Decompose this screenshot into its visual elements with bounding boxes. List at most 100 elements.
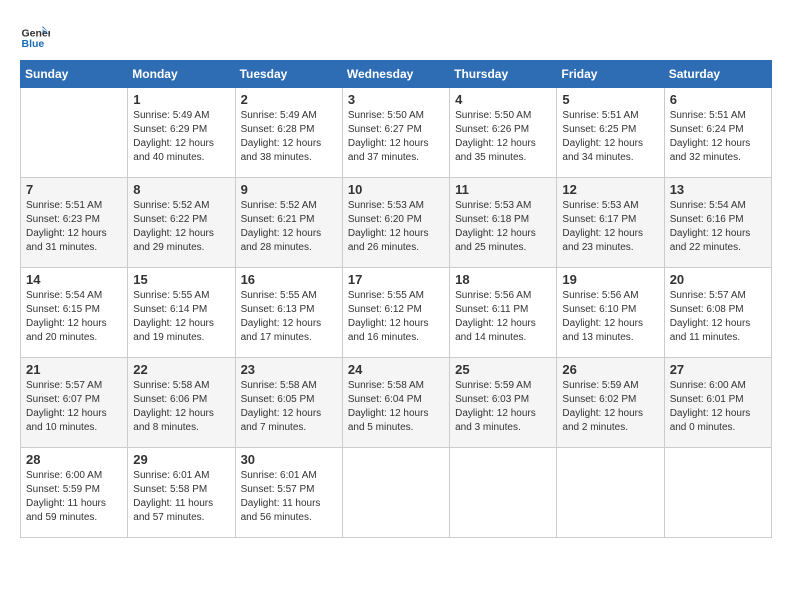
day-info: Sunrise: 5:49 AMSunset: 6:28 PMDaylight:… [241,109,337,165]
day-cell [342,448,449,538]
week-row-1: 1 Sunrise: 5:49 AMSunset: 6:29 PMDaylight… [21,88,772,178]
logo: General Blue [20,20,54,50]
day-cell: 16 Sunrise: 5:55 AMSunset: 6:13 PMDayligh… [235,268,342,358]
day-info: Sunrise: 5:56 AMSunset: 6:11 PMDaylight:… [455,289,551,345]
day-cell: 25 Sunrise: 5:59 AMSunset: 6:03 PMDayligh… [450,358,557,448]
day-info: Sunrise: 5:57 AMSunset: 6:07 PMDaylight:… [26,379,122,435]
day-cell [664,448,771,538]
day-info: Sunrise: 5:50 AMSunset: 6:27 PMDaylight:… [348,109,444,165]
day-cell [21,88,128,178]
day-number: 14 [26,272,122,287]
day-number: 23 [241,362,337,377]
day-cell: 1 Sunrise: 5:49 AMSunset: 6:29 PMDaylight… [128,88,235,178]
col-header-sunday: Sunday [21,61,128,88]
day-info: Sunrise: 5:56 AMSunset: 6:10 PMDaylight:… [562,289,658,345]
day-info: Sunrise: 5:52 AMSunset: 6:22 PMDaylight:… [133,199,229,255]
day-cell: 27 Sunrise: 6:00 AMSunset: 6:01 PMDayligh… [664,358,771,448]
day-cell: 30 Sunrise: 6:01 AMSunset: 5:57 PMDayligh… [235,448,342,538]
day-number: 30 [241,452,337,467]
page-header: General Blue [20,20,772,50]
day-number: 5 [562,92,658,107]
day-cell: 3Sunrise: 5:50 AMSunset: 6:27 PMDaylight… [342,88,449,178]
day-cell: 19 Sunrise: 5:56 AMSunset: 6:10 PMDayligh… [557,268,664,358]
day-number: 29 [133,452,229,467]
col-header-monday: Monday [128,61,235,88]
week-row-3: 14 Sunrise: 5:54 AMSunset: 6:15 PMDayligh… [21,268,772,358]
day-number: 16 [241,272,337,287]
day-number: 1 [133,92,229,107]
day-info: Sunrise: 5:58 AMSunset: 6:05 PMDaylight:… [241,379,337,435]
day-number: 7 [26,182,122,197]
day-info: Sunrise: 5:58 AMSunset: 6:06 PMDaylight:… [133,379,229,435]
logo-icon: General Blue [20,20,50,50]
day-info: Sunrise: 5:53 AMSunset: 6:20 PMDaylight:… [348,199,444,255]
day-cell: 10 Sunrise: 5:53 AMSunset: 6:20 PMDayligh… [342,178,449,268]
day-cell: 24Sunrise: 5:58 AMSunset: 6:04 PMDayligh… [342,358,449,448]
day-number: 28 [26,452,122,467]
day-info: Sunrise: 5:59 AMSunset: 6:02 PMDaylight:… [562,379,658,435]
day-info: Sunrise: 5:59 AMSunset: 6:03 PMDaylight:… [455,379,551,435]
day-info: Sunrise: 5:57 AMSunset: 6:08 PMDaylight:… [670,289,766,345]
day-cell: 20Sunrise: 5:57 AMSunset: 6:08 PMDayligh… [664,268,771,358]
day-cell [557,448,664,538]
day-info: Sunrise: 5:49 AMSunset: 6:29 PMDaylight:… [133,109,229,165]
day-cell: 23 Sunrise: 5:58 AMSunset: 6:05 PMDayligh… [235,358,342,448]
day-info: Sunrise: 6:01 AMSunset: 5:57 PMDaylight:… [241,469,337,525]
svg-text:Blue: Blue [22,38,45,50]
col-header-tuesday: Tuesday [235,61,342,88]
day-number: 18 [455,272,551,287]
day-number: 12 [562,182,658,197]
week-row-4: 21 Sunrise: 5:57 AMSunset: 6:07 PMDayligh… [21,358,772,448]
day-number: 24 [348,362,444,377]
day-cell: 13 Sunrise: 5:54 AMSunset: 6:16 PMDayligh… [664,178,771,268]
day-cell: 22 Sunrise: 5:58 AMSunset: 6:06 PMDayligh… [128,358,235,448]
day-number: 8 [133,182,229,197]
day-number: 2 [241,92,337,107]
day-info: Sunrise: 6:00 AMSunset: 6:01 PMDaylight:… [670,379,766,435]
col-header-thursday: Thursday [450,61,557,88]
day-number: 10 [348,182,444,197]
day-info: Sunrise: 5:53 AMSunset: 6:17 PMDaylight:… [562,199,658,255]
day-cell: 9Sunrise: 5:52 AMSunset: 6:21 PMDaylight… [235,178,342,268]
header-row: SundayMondayTuesdayWednesdayThursdayFrid… [21,61,772,88]
col-header-friday: Friday [557,61,664,88]
day-number: 22 [133,362,229,377]
day-info: Sunrise: 5:51 AMSunset: 6:23 PMDaylight:… [26,199,122,255]
day-cell: 18 Sunrise: 5:56 AMSunset: 6:11 PMDayligh… [450,268,557,358]
col-header-saturday: Saturday [664,61,771,88]
day-number: 26 [562,362,658,377]
week-row-5: 28 Sunrise: 6:00 AMSunset: 5:59 PMDayligh… [21,448,772,538]
day-number: 19 [562,272,658,287]
day-cell: 17Sunrise: 5:55 AMSunset: 6:12 PMDayligh… [342,268,449,358]
day-info: Sunrise: 5:55 AMSunset: 6:13 PMDaylight:… [241,289,337,345]
day-cell: 7 Sunrise: 5:51 AMSunset: 6:23 PMDaylight… [21,178,128,268]
day-cell: 14 Sunrise: 5:54 AMSunset: 6:15 PMDayligh… [21,268,128,358]
day-cell: 28 Sunrise: 6:00 AMSunset: 5:59 PMDayligh… [21,448,128,538]
day-number: 6 [670,92,766,107]
day-number: 25 [455,362,551,377]
day-number: 4 [455,92,551,107]
day-info: Sunrise: 5:54 AMSunset: 6:16 PMDaylight:… [670,199,766,255]
day-cell [450,448,557,538]
day-info: Sunrise: 6:00 AMSunset: 5:59 PMDaylight:… [26,469,122,525]
day-cell: 6Sunrise: 5:51 AMSunset: 6:24 PMDaylight… [664,88,771,178]
day-info: Sunrise: 5:52 AMSunset: 6:21 PMDaylight:… [241,199,337,255]
day-info: Sunrise: 6:01 AMSunset: 5:58 PMDaylight:… [133,469,229,525]
day-cell: 2 Sunrise: 5:49 AMSunset: 6:28 PMDaylight… [235,88,342,178]
day-info: Sunrise: 5:54 AMSunset: 6:15 PMDaylight:… [26,289,122,345]
day-cell: 21 Sunrise: 5:57 AMSunset: 6:07 PMDayligh… [21,358,128,448]
day-number: 13 [670,182,766,197]
day-number: 27 [670,362,766,377]
day-cell: 8 Sunrise: 5:52 AMSunset: 6:22 PMDaylight… [128,178,235,268]
day-info: Sunrise: 5:50 AMSunset: 6:26 PMDaylight:… [455,109,551,165]
day-cell: 29 Sunrise: 6:01 AMSunset: 5:58 PMDayligh… [128,448,235,538]
day-cell: 5Sunrise: 5:51 AMSunset: 6:25 PMDaylight… [557,88,664,178]
week-row-2: 7 Sunrise: 5:51 AMSunset: 6:23 PMDaylight… [21,178,772,268]
day-number: 21 [26,362,122,377]
day-number: 11 [455,182,551,197]
day-info: Sunrise: 5:55 AMSunset: 6:12 PMDaylight:… [348,289,444,345]
day-number: 15 [133,272,229,287]
day-info: Sunrise: 5:55 AMSunset: 6:14 PMDaylight:… [133,289,229,345]
day-cell: 26 Sunrise: 5:59 AMSunset: 6:02 PMDayligh… [557,358,664,448]
day-cell: 4 Sunrise: 5:50 AMSunset: 6:26 PMDaylight… [450,88,557,178]
